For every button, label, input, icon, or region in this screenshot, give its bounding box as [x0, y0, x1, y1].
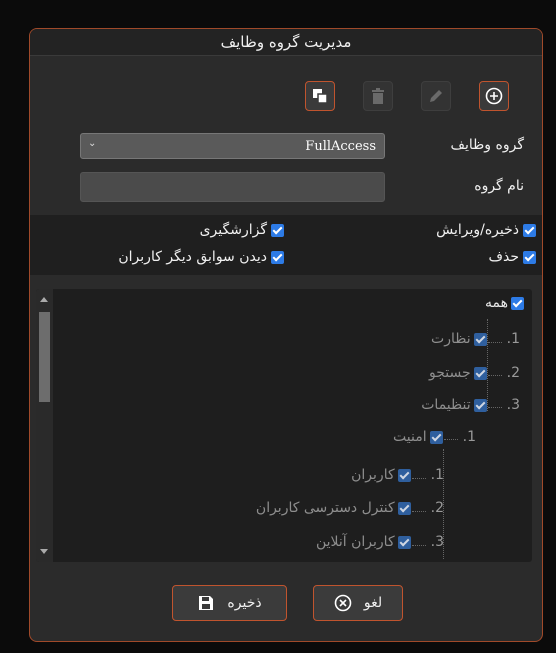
- permission-tree: همه 1. نظارت 2. جستجو 3. تنظیمات 1. امنی…: [36, 289, 532, 562]
- cancel-button-label: لغو: [363, 595, 383, 611]
- scroll-thumb[interactable]: [39, 312, 50, 402]
- tree-node-label: کنترل دسترسی کاربران: [255, 500, 395, 516]
- tree-node-label: کاربران آنلاین: [315, 534, 395, 550]
- save-button-label: ذخیره: [227, 595, 262, 611]
- save-button[interactable]: ذخیره: [172, 585, 287, 621]
- name-label: نام گروه: [474, 178, 524, 194]
- close-circle-icon: [334, 594, 352, 612]
- tree-node-number: 1.: [506, 331, 520, 347]
- tree-node-checkbox[interactable]: [397, 501, 411, 515]
- tree-node-number: 3.: [506, 397, 520, 413]
- tree-node-checkbox[interactable]: [473, 366, 487, 380]
- tree-node-label: جستجو: [428, 365, 471, 381]
- tree-node[interactable]: 3. کاربران آنلاین: [316, 534, 448, 550]
- tree-node-label: نظارت: [431, 331, 471, 347]
- perm-save-edit[interactable]: ذخیره/ویرایش: [436, 222, 536, 238]
- group-name-input[interactable]: [80, 172, 385, 202]
- cancel-button[interactable]: لغو: [313, 585, 403, 621]
- tree-node-number: 2.: [506, 365, 520, 381]
- tree-node-label: همه: [485, 295, 508, 311]
- dialog-title: مدیریت گروه وظایف: [30, 29, 542, 56]
- pencil-icon: [430, 90, 442, 102]
- group-select[interactable]: ⌄ FullAccess: [80, 133, 385, 159]
- tree-node-checkbox[interactable]: [473, 332, 487, 346]
- permissions-panel: ذخیره/ویرایش گزارشگیری حذف دیدن سوابق دی…: [30, 215, 542, 275]
- trash-icon: [372, 88, 384, 104]
- tree-node-number: 3.: [430, 534, 444, 550]
- tree-node[interactable]: 1. کاربران: [351, 467, 448, 483]
- plus-circle-icon: [485, 87, 503, 105]
- all-checkbox[interactable]: [511, 296, 524, 310]
- save-edit-label: ذخیره/ویرایش: [436, 222, 519, 238]
- tree-node-all[interactable]: همه: [485, 295, 524, 311]
- tree-node-checkbox[interactable]: [473, 398, 487, 412]
- chevron-down-icon: ⌄: [88, 138, 97, 149]
- tree-node[interactable]: 1. نظارت: [431, 331, 524, 347]
- tree-node-checkbox[interactable]: [397, 468, 411, 482]
- tree-scrollbar[interactable]: [36, 289, 53, 562]
- tree-node-checkbox[interactable]: [397, 535, 411, 549]
- tree-node-label: کاربران: [351, 467, 395, 483]
- tree-node-number: 1.: [430, 467, 444, 483]
- reporting-checkbox[interactable]: [271, 223, 284, 237]
- tree-node[interactable]: 1. امنیت: [393, 429, 480, 445]
- view-others-label: دیدن سوابق دیگر کاربران: [118, 249, 267, 265]
- add-button[interactable]: [479, 81, 509, 111]
- floppy-disk-icon: [199, 596, 214, 610]
- group-label: گروه وظایف: [450, 137, 525, 153]
- tree-node-number: 2.: [430, 500, 444, 516]
- scroll-up-icon[interactable]: [40, 297, 48, 302]
- tree-node[interactable]: 3. تنظیمات: [421, 397, 524, 413]
- tree-node-checkbox[interactable]: [429, 430, 443, 444]
- tree-node[interactable]: 2. کنترل دسترسی کاربران: [256, 500, 448, 516]
- copy-icon: [313, 89, 328, 104]
- perm-delete[interactable]: حذف: [488, 249, 536, 265]
- tree-node-number: 1.: [462, 429, 476, 445]
- scroll-down-icon[interactable]: [40, 549, 48, 554]
- delete-button[interactable]: [363, 81, 393, 111]
- delete-checkbox[interactable]: [523, 250, 536, 264]
- perm-view-others[interactable]: دیدن سوابق دیگر کاربران: [118, 249, 284, 265]
- perm-reporting[interactable]: گزارشگیری: [200, 222, 284, 238]
- edit-button[interactable]: [421, 81, 451, 111]
- tree-node-label: تنظیمات: [421, 397, 471, 413]
- tree-node-label: امنیت: [393, 429, 427, 445]
- view-others-checkbox[interactable]: [271, 250, 284, 264]
- task-group-dialog: مدیریت گروه وظایف گروه وظایف ⌄ FullAcces…: [29, 28, 543, 642]
- tree-node[interactable]: 2. جستجو: [429, 365, 524, 381]
- delete-label: حذف: [488, 249, 519, 265]
- group-select-value: FullAccess: [305, 138, 376, 154]
- reporting-label: گزارشگیری: [199, 222, 267, 238]
- save-edit-checkbox[interactable]: [523, 223, 536, 237]
- copy-button[interactable]: [305, 81, 335, 111]
